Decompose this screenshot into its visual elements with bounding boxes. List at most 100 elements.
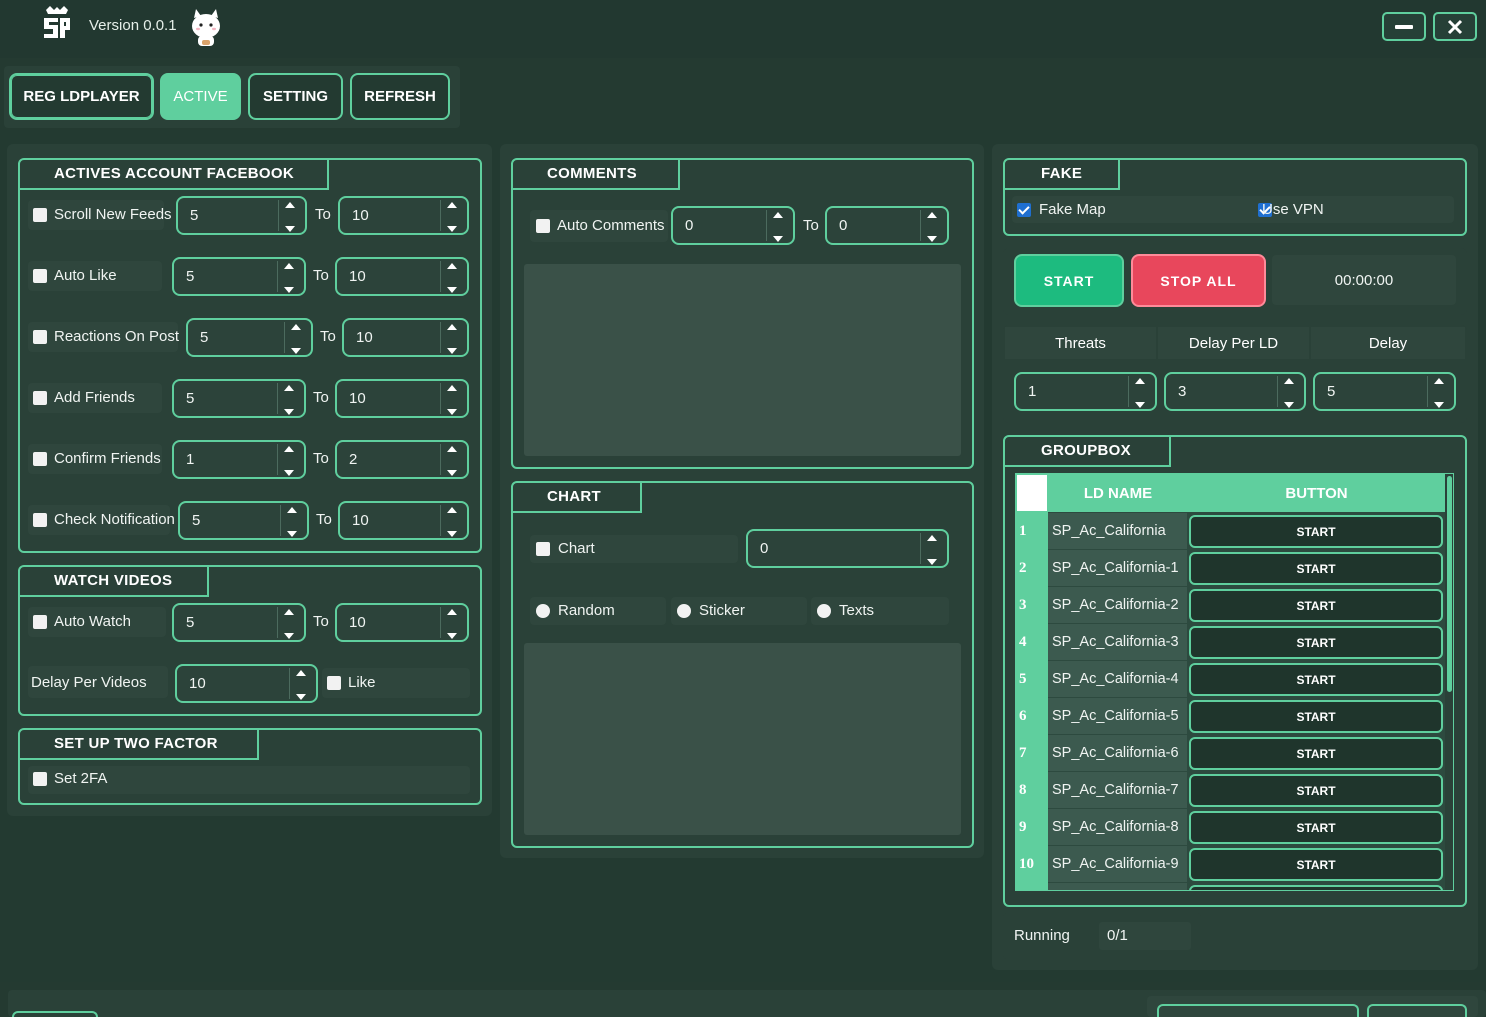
tab-setting[interactable]: SETTING [248, 73, 343, 120]
row-start-button[interactable]: START [1189, 700, 1443, 733]
radio-sticker[interactable] [677, 604, 691, 618]
auto-comments-checkbox[interactable] [536, 219, 550, 233]
spin-down-icon[interactable] [447, 226, 457, 232]
fake-map-checkbox[interactable] [1017, 203, 1031, 217]
auto-comments-to-input[interactable]: 0 [825, 206, 949, 245]
stop-all-button[interactable]: STOP ALL [1131, 254, 1266, 307]
ld-name-cell[interactable]: SP_Ac_California-9 [1048, 846, 1187, 882]
delay-per-videos-input[interactable]: 10 [175, 664, 318, 703]
actives-row-checkbox[interactable] [33, 208, 47, 222]
comments-textarea[interactable] [524, 264, 961, 456]
spin-up-icon[interactable] [447, 609, 457, 615]
spin-down-icon[interactable] [447, 470, 457, 476]
radio-random[interactable] [536, 604, 550, 618]
bottom-right-button-2[interactable] [1367, 1004, 1467, 1017]
spin-down-icon[interactable] [447, 633, 457, 639]
spin-down-icon[interactable] [927, 236, 937, 242]
threats-input[interactable]: 1 [1014, 372, 1157, 411]
table-scrollbar[interactable] [1445, 474, 1453, 890]
actives-row-from-input[interactable]: 5 [172, 257, 306, 296]
minimize-button[interactable] [1382, 12, 1426, 41]
ld-name-cell[interactable]: SP_Ac_California [1048, 513, 1187, 549]
actives-row-to-input[interactable]: 10 [335, 257, 469, 296]
spin-up-icon[interactable] [296, 670, 306, 676]
actives-row-to-input[interactable]: 10 [338, 501, 469, 540]
chart-textarea[interactable] [524, 643, 961, 835]
row-start-button[interactable]: START [1189, 663, 1443, 696]
ld-name-cell[interactable]: SP_Ac_California-8 [1048, 809, 1187, 845]
actives-row-checkbox[interactable] [33, 452, 47, 466]
actives-row-from-input[interactable]: 5 [186, 318, 313, 357]
spin-up-icon[interactable] [773, 212, 783, 218]
delay-input[interactable]: 5 [1313, 372, 1456, 411]
actives-row-to-input[interactable]: 10 [338, 196, 469, 235]
spin-down-icon[interactable] [1135, 402, 1145, 408]
chart-checkbox[interactable] [536, 542, 550, 556]
close-button[interactable] [1433, 12, 1477, 41]
spin-down-icon[interactable] [284, 287, 294, 293]
actives-row-to-input[interactable]: 2 [335, 440, 469, 479]
actives-row-from-input[interactable]: 5 [176, 196, 307, 235]
spin-up-icon[interactable] [1135, 378, 1145, 384]
spin-down-icon[interactable] [287, 531, 297, 537]
ld-name-cell[interactable]: SP_Ac_California-5 [1048, 698, 1187, 734]
row-start-button[interactable]: START [1189, 848, 1443, 881]
actives-row-from-input[interactable]: 5 [178, 501, 309, 540]
spin-up-icon[interactable] [285, 202, 295, 208]
actives-row-checkbox[interactable] [33, 391, 47, 405]
spin-up-icon[interactable] [447, 385, 457, 391]
row-start-button[interactable] [1189, 885, 1443, 890]
spin-down-icon[interactable] [927, 559, 937, 565]
row-start-button[interactable]: START [1189, 552, 1443, 585]
spin-up-icon[interactable] [447, 263, 457, 269]
actives-row-checkbox[interactable] [33, 330, 47, 344]
delay-per-ld-input[interactable]: 3 [1164, 372, 1306, 411]
spin-down-icon[interactable] [447, 287, 457, 293]
tab-reg-ldplayer[interactable]: REG LDPLAYER [9, 73, 154, 120]
spin-up-icon[interactable] [927, 535, 937, 541]
spin-up-icon[interactable] [284, 446, 294, 452]
ld-name-cell[interactable]: SP_Ac_California-7 [1048, 772, 1187, 808]
col-button-header[interactable]: BUTTON [1188, 474, 1445, 512]
spin-up-icon[interactable] [291, 324, 301, 330]
spin-down-icon[interactable] [1284, 402, 1294, 408]
chart-value-input[interactable]: 0 [746, 529, 949, 568]
spin-up-icon[interactable] [284, 263, 294, 269]
tab-active[interactable]: ACTIVE [160, 73, 241, 120]
spin-down-icon[interactable] [1434, 402, 1444, 408]
spin-up-icon[interactable] [927, 212, 937, 218]
spin-up-icon[interactable] [1284, 378, 1294, 384]
scrollbar-thumb[interactable] [1447, 476, 1452, 692]
spin-up-icon[interactable] [447, 202, 457, 208]
tab-refresh[interactable]: REFRESH [350, 73, 450, 120]
actives-row-from-input[interactable]: 1 [172, 440, 306, 479]
set-2fa-checkbox[interactable] [33, 772, 47, 786]
actives-row-to-input[interactable]: 10 [342, 318, 469, 357]
spin-up-icon[interactable] [284, 385, 294, 391]
ld-name-cell[interactable]: SP_Ac_California-6 [1048, 735, 1187, 771]
actives-row-checkbox[interactable] [33, 513, 47, 527]
ld-name-cell[interactable]: SP_Ac_California-4 [1048, 661, 1187, 697]
spin-down-icon[interactable] [285, 226, 295, 232]
actives-row-to-input[interactable]: 10 [335, 379, 469, 418]
spin-up-icon[interactable] [447, 446, 457, 452]
actives-row-from-input[interactable]: 5 [172, 379, 306, 418]
ld-name-cell[interactable]: SP_Ac_California-2 [1048, 587, 1187, 623]
spin-down-icon[interactable] [447, 348, 457, 354]
spin-up-icon[interactable] [287, 507, 297, 513]
start-button[interactable]: START [1014, 254, 1124, 307]
spin-down-icon[interactable] [291, 348, 301, 354]
row-start-button[interactable]: START [1189, 626, 1443, 659]
spin-down-icon[interactable] [773, 236, 783, 242]
row-start-button[interactable]: START [1189, 515, 1443, 548]
spin-down-icon[interactable] [447, 409, 457, 415]
auto-watch-checkbox[interactable] [33, 615, 47, 629]
actives-row-checkbox[interactable] [33, 269, 47, 283]
spin-up-icon[interactable] [1434, 378, 1444, 384]
spin-down-icon[interactable] [296, 694, 306, 700]
row-start-button[interactable]: START [1189, 737, 1443, 770]
ld-name-cell[interactable]: SP_Ac_California-3 [1048, 624, 1187, 660]
ld-name-cell[interactable] [1048, 883, 1187, 890]
spin-down-icon[interactable] [284, 633, 294, 639]
spin-down-icon[interactable] [447, 531, 457, 537]
